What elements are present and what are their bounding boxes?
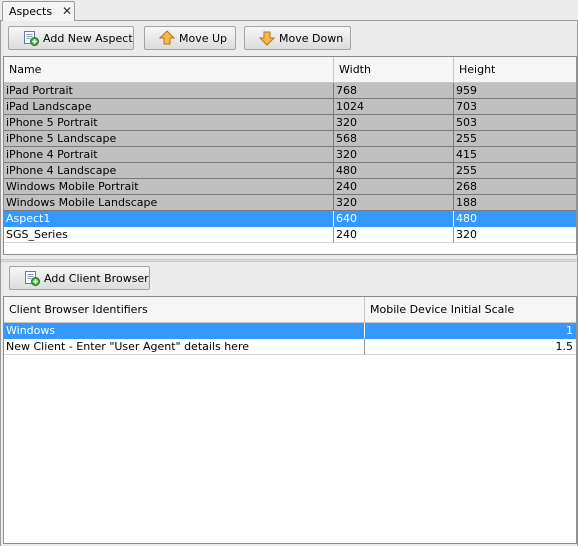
cell-name[interactable]: iPhone 4 Landscape <box>4 163 334 179</box>
split-pane-divider[interactable] <box>1 259 577 262</box>
table-row[interactable]: Aspect1 640 480 <box>4 211 576 227</box>
table-row[interactable]: Windows Mobile Landscape 320 188 <box>4 195 576 211</box>
cell-height[interactable]: 503 <box>454 115 576 131</box>
arrow-down-icon <box>259 30 275 46</box>
cell-height[interactable]: 703 <box>454 99 576 115</box>
aspects-table-header: Name Width Height <box>4 57 576 83</box>
client-browsers-table: Client Browser Identifiers Mobile Device… <box>3 296 577 544</box>
table-row[interactable]: Windows 1 <box>4 323 576 339</box>
cell-height[interactable]: 959 <box>454 83 576 99</box>
cell-name[interactable]: SGS_Series <box>4 227 334 243</box>
move-up-button[interactable]: Move Up <box>144 26 236 50</box>
table-row[interactable]: iPhone 4 Landscape 480 255 <box>4 163 576 179</box>
cell-width[interactable]: 320 <box>334 147 454 163</box>
client-browsers-table-header: Client Browser Identifiers Mobile Device… <box>4 297 576 323</box>
cell-initial-scale[interactable]: 1.5 <box>365 339 576 355</box>
cell-width[interactable]: 640 <box>334 211 454 227</box>
cell-height[interactable]: 415 <box>454 147 576 163</box>
add-new-aspect-button[interactable]: Add New Aspect <box>8 26 134 50</box>
cell-width[interactable]: 240 <box>334 227 454 243</box>
cell-name[interactable]: iPad Landscape <box>4 99 334 115</box>
column-header-name[interactable]: Name <box>4 57 334 83</box>
cell-name[interactable]: Windows Mobile Landscape <box>4 195 334 211</box>
move-down-label: Move Down <box>279 31 344 45</box>
cell-height[interactable]: 268 <box>454 179 576 195</box>
aspects-table: Name Width Height iPad Portrait 768 959 iPa… <box>3 56 577 255</box>
cell-width[interactable]: 320 <box>334 195 454 211</box>
cell-name[interactable]: Windows Mobile Portrait <box>4 179 334 195</box>
column-header-initial-scale[interactable]: Mobile Device Initial Scale <box>365 297 576 323</box>
cell-height[interactable]: 188 <box>454 195 576 211</box>
client-browsers-table-body: Windows 1 New Client - Enter "User Agent" … <box>4 323 576 355</box>
cell-name[interactable]: iPad Portrait <box>4 83 334 99</box>
tab-aspects-label: Aspects <box>9 5 53 18</box>
column-header-width[interactable]: Width <box>334 57 454 83</box>
cell-width[interactable]: 480 <box>334 163 454 179</box>
cell-width[interactable]: 768 <box>334 83 454 99</box>
add-document-icon <box>23 30 39 46</box>
cell-width[interactable]: 1024 <box>334 99 454 115</box>
move-up-label: Move Up <box>179 31 228 45</box>
close-icon[interactable]: ✕ <box>61 4 73 18</box>
cell-width[interactable]: 320 <box>334 115 454 131</box>
cell-name[interactable]: Aspect1 <box>4 211 334 227</box>
table-row[interactable]: Windows Mobile Portrait 240 268 <box>4 179 576 195</box>
cell-width[interactable]: 240 <box>334 179 454 195</box>
cell-height[interactable]: 255 <box>454 163 576 179</box>
arrow-up-icon <box>159 30 175 46</box>
cell-identifier[interactable]: Windows <box>4 323 365 339</box>
cell-height[interactable]: 480 <box>454 211 576 227</box>
tab-aspects[interactable]: Aspects ✕ <box>2 1 75 22</box>
column-header-height[interactable]: Height <box>454 57 576 83</box>
column-header-client-browser-identifiers[interactable]: Client Browser Identifiers <box>4 297 365 323</box>
table-row[interactable]: New Client - Enter "User Agent" details … <box>4 339 576 355</box>
table-row[interactable]: iPad Portrait 768 959 <box>4 83 576 99</box>
aspects-panel: Add New Aspect Move Up Move Down Name Wi… <box>0 21 578 546</box>
tab-bar: Aspects ✕ <box>0 0 578 22</box>
add-client-browser-label: Add Client Browser <box>44 271 149 285</box>
cell-width[interactable]: 568 <box>334 131 454 147</box>
table-row[interactable]: iPad Landscape 1024 703 <box>4 99 576 115</box>
cell-name[interactable]: iPhone 5 Landscape <box>4 131 334 147</box>
table-row[interactable]: iPhone 5 Landscape 568 255 <box>4 131 576 147</box>
add-document-icon <box>24 270 40 286</box>
add-new-aspect-label: Add New Aspect <box>43 31 133 45</box>
add-client-browser-button[interactable]: Add Client Browser <box>9 266 150 290</box>
table-row[interactable]: iPhone 4 Portrait 320 415 <box>4 147 576 163</box>
cell-height[interactable]: 320 <box>454 227 576 243</box>
cell-identifier[interactable]: New Client - Enter "User Agent" details … <box>4 339 365 355</box>
cell-height[interactable]: 255 <box>454 131 576 147</box>
table-row[interactable]: SGS_Series 240 320 <box>4 227 576 243</box>
aspects-table-body: iPad Portrait 768 959 iPad Landscape 1024 703… <box>4 83 576 243</box>
move-down-button[interactable]: Move Down <box>244 26 351 50</box>
table-row[interactable]: iPhone 5 Portrait 320 503 <box>4 115 576 131</box>
cell-name[interactable]: iPhone 4 Portrait <box>4 147 334 163</box>
cell-name[interactable]: iPhone 5 Portrait <box>4 115 334 131</box>
cell-initial-scale[interactable]: 1 <box>365 323 576 339</box>
